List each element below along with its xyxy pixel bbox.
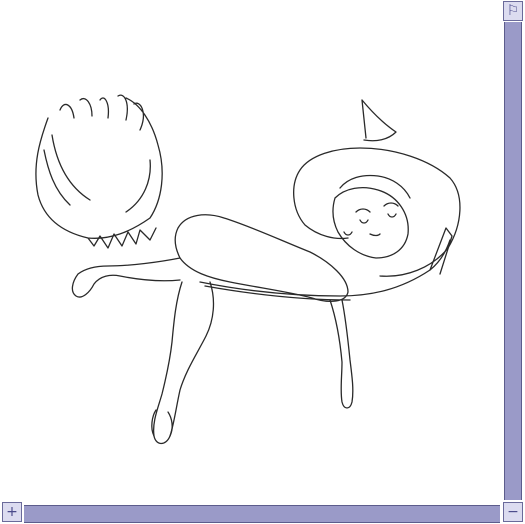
flag-icon: ⚐ xyxy=(506,3,520,19)
horizontal-scroll-track[interactable] xyxy=(24,505,500,523)
plus-icon: + xyxy=(6,504,18,520)
sketch-tail xyxy=(35,94,163,239)
sketch-leg xyxy=(152,281,215,445)
sketch-face xyxy=(332,187,409,259)
zoom-out-button[interactable]: − xyxy=(503,502,523,522)
vertical-scrollbar[interactable] xyxy=(501,0,525,524)
sketch-body xyxy=(174,214,349,303)
sketch-hammock xyxy=(199,239,451,301)
drawing-canvas[interactable] xyxy=(0,0,501,502)
horizontal-scrollbar[interactable] xyxy=(0,502,501,524)
sketch-arm-right xyxy=(329,299,354,409)
zoom-in-button[interactable]: + xyxy=(2,502,22,522)
sketch-arm-left xyxy=(71,257,181,298)
sketch-drawing xyxy=(35,94,461,445)
minus-icon: − xyxy=(507,504,519,520)
flag-button[interactable]: ⚐ xyxy=(503,1,523,21)
vertical-scroll-track[interactable] xyxy=(504,22,522,500)
